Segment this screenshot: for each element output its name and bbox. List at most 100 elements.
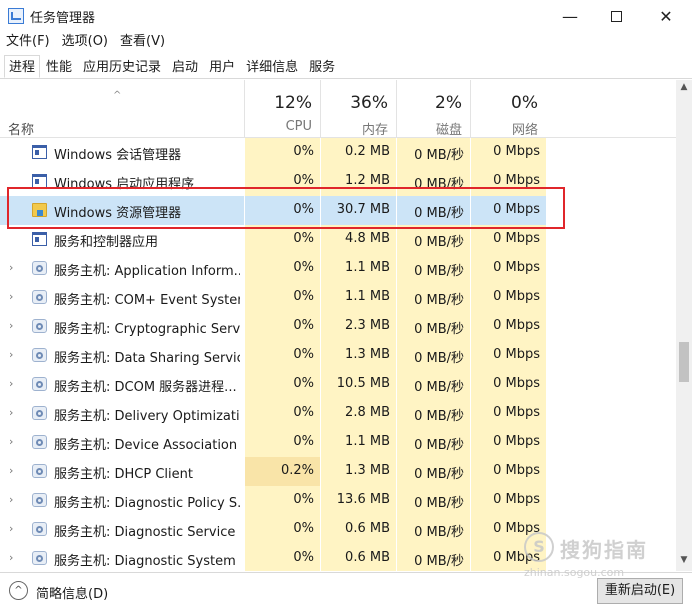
- expand-chevron-icon[interactable]: ›: [9, 348, 13, 361]
- process-mem-cell: 1.3 MB: [320, 457, 396, 486]
- tab-4[interactable]: 用户: [204, 55, 240, 78]
- process-cpu-cell: 0%: [244, 312, 320, 341]
- expand-chevron-icon[interactable]: ›: [9, 435, 13, 448]
- table-row[interactable]: › 服务主机: Cryptographic Serv... 0% 2.3 MB 0 MB…: [0, 312, 676, 341]
- table-row[interactable]: › 服务主机: DCOM 服务器进程... 0% 10.5 MB 0 MB/秒 0 Mbp…: [0, 370, 676, 399]
- expand-chevron-icon[interactable]: ›: [9, 493, 13, 506]
- close-button[interactable]: ✕: [643, 0, 689, 32]
- process-disk-cell: 0 MB/秒: [396, 370, 470, 399]
- process-cpu-value: 0%: [293, 376, 314, 391]
- title-bar[interactable]: 任务管理器 — ✕: [0, 0, 692, 32]
- maximize-icon: [610, 10, 622, 22]
- column-header-memory[interactable]: 36% 内存: [320, 80, 396, 138]
- memory-label: 内存: [361, 123, 388, 138]
- tab-0[interactable]: 进程: [4, 55, 41, 78]
- process-net-value: 0 Mbps: [493, 260, 540, 275]
- table-row[interactable]: › 服务主机: Diagnostic Policy S... 0% 13.6 MB 0 …: [0, 486, 676, 515]
- expand-chevron-icon[interactable]: ›: [9, 406, 13, 419]
- process-cpu-value: 0%: [293, 550, 314, 565]
- process-disk-cell: 0 MB/秒: [396, 457, 470, 486]
- window-icon: [32, 145, 47, 159]
- maximize-button[interactable]: [593, 0, 639, 32]
- tab-6[interactable]: 服务: [304, 55, 340, 78]
- process-cpu-cell: 0%: [244, 486, 320, 515]
- table-row[interactable]: › 服务主机: Delivery Optimizati... 0% 2.8 MB 0 M…: [0, 399, 676, 428]
- process-cpu-cell: 0%: [244, 515, 320, 544]
- disk-label: 磁盘: [435, 123, 462, 138]
- table-row[interactable]: › 服务主机: COM+ Event System 0% 1.1 MB 0 MB/秒 0 …: [0, 283, 676, 312]
- process-mem-value: 2.8 MB: [345, 405, 390, 420]
- process-name: 服务主机: Delivery Optimizati...: [54, 409, 240, 424]
- tab-3[interactable]: 启动: [167, 55, 203, 78]
- expand-chevron-icon[interactable]: ›: [9, 464, 13, 477]
- process-name: 服务主机: Data Sharing Service: [54, 351, 240, 366]
- menu-view[interactable]: 查看(V): [120, 32, 165, 54]
- watermark-url: zhinan.sogou.com: [524, 566, 625, 579]
- vertical-scrollbar[interactable]: ▲ ▼: [676, 80, 692, 571]
- table-row[interactable]: › 服务主机: Data Sharing Service 0% 1.3 MB 0 MB/…: [0, 341, 676, 370]
- window-icon: [32, 174, 47, 188]
- menu-options[interactable]: 选项(O): [62, 32, 108, 54]
- process-cpu-value: 0%: [293, 347, 314, 362]
- scroll-thumb[interactable]: [679, 342, 689, 382]
- tab-2[interactable]: 应用历史记录: [78, 55, 166, 78]
- process-name-cell: › 服务主机: DCOM 服务器进程...: [0, 370, 244, 399]
- process-net-cell: 0 Mbps: [470, 428, 546, 457]
- process-net-cell: 0 Mbps: [470, 138, 546, 167]
- table-row[interactable]: Windows 会话管理器 0% 0.2 MB 0 MB/秒 0 Mbps: [0, 138, 676, 167]
- scroll-up-icon[interactable]: ▲: [676, 82, 692, 96]
- tab-1[interactable]: 性能: [41, 55, 77, 78]
- column-header-cpu[interactable]: 12% CPU: [244, 80, 320, 138]
- process-name-cell: › 服务主机: Diagnostic Service ...: [0, 515, 244, 544]
- process-disk-value: 0 MB/秒: [414, 380, 464, 395]
- watermark: S 搜狗指南 zhinan.sogou.com: [520, 528, 680, 588]
- process-name-cell: › 服务主机: Cryptographic Serv...: [0, 312, 244, 341]
- table-row[interactable]: › 服务主机: DHCP Client 0.2% 1.3 MB 0 MB/秒 0 Mbps: [0, 457, 676, 486]
- process-name: 服务主机: DCOM 服务器进程...: [54, 380, 237, 395]
- process-name-cell: 服务和控制器应用: [0, 225, 244, 254]
- memory-total: 36%: [350, 93, 388, 113]
- expand-chevron-icon[interactable]: ›: [9, 522, 13, 535]
- column-header-name[interactable]: 名称: [8, 119, 34, 138]
- process-cpu-value: 0%: [293, 405, 314, 420]
- process-cpu-cell: 0%: [244, 138, 320, 167]
- expand-chevron-icon[interactable]: ›: [9, 261, 13, 274]
- column-header-disk[interactable]: 2% 磁盘: [396, 80, 470, 138]
- collapse-chevron-icon[interactable]: ^: [9, 581, 28, 600]
- table-row[interactable]: 服务和控制器应用 0% 4.8 MB 0 MB/秒 0 Mbps: [0, 225, 676, 254]
- network-label: 网络: [511, 123, 538, 138]
- process-disk-value: 0 MB/秒: [414, 293, 464, 308]
- process-mem-value: 1.3 MB: [345, 463, 390, 478]
- process-name: Windows 会话管理器: [54, 148, 182, 163]
- process-cpu-cell: 0%: [244, 283, 320, 312]
- process-net-value: 0 Mbps: [493, 231, 540, 246]
- expand-chevron-icon[interactable]: ›: [9, 290, 13, 303]
- process-mem-value: 4.8 MB: [345, 231, 390, 246]
- process-net-value: 0 Mbps: [493, 173, 540, 188]
- process-cpu-value: 0%: [293, 434, 314, 449]
- process-disk-value: 0 MB/秒: [414, 438, 464, 453]
- process-cpu-value: 0%: [293, 260, 314, 275]
- column-header-network[interactable]: 0% 网络: [470, 80, 546, 138]
- table-row[interactable]: › 服务主机: Device Association ... 0% 1.1 MB 0 M…: [0, 428, 676, 457]
- gear-icon: [32, 551, 47, 565]
- expand-chevron-icon[interactable]: ›: [9, 319, 13, 332]
- table-row[interactable]: › 服务主机: Application Inform... 0% 1.1 MB 0 MB…: [0, 254, 676, 283]
- expand-chevron-icon[interactable]: ›: [9, 551, 13, 564]
- minimize-button[interactable]: —: [547, 0, 593, 32]
- process-cpu-cell: 0%: [244, 370, 320, 399]
- tab-5[interactable]: 详细信息: [241, 55, 303, 78]
- process-net-value: 0 Mbps: [493, 463, 540, 478]
- process-mem-cell: 0.6 MB: [320, 515, 396, 544]
- process-cpu-cell: 0%: [244, 544, 320, 571]
- fewer-details-link[interactable]: 简略信息(D): [36, 583, 108, 602]
- sort-chevron-icon[interactable]: ^: [113, 90, 121, 101]
- process-mem-cell: 13.6 MB: [320, 486, 396, 515]
- watermark-logo-icon: S: [524, 532, 554, 562]
- process-name: 服务主机: COM+ Event System: [54, 293, 240, 308]
- expand-chevron-icon[interactable]: ›: [9, 377, 13, 390]
- process-cpu-value: 0%: [293, 492, 314, 507]
- process-mem-cell: 10.5 MB: [320, 370, 396, 399]
- process-cpu-cell: 0%: [244, 428, 320, 457]
- menu-file[interactable]: 文件(F): [6, 32, 50, 54]
